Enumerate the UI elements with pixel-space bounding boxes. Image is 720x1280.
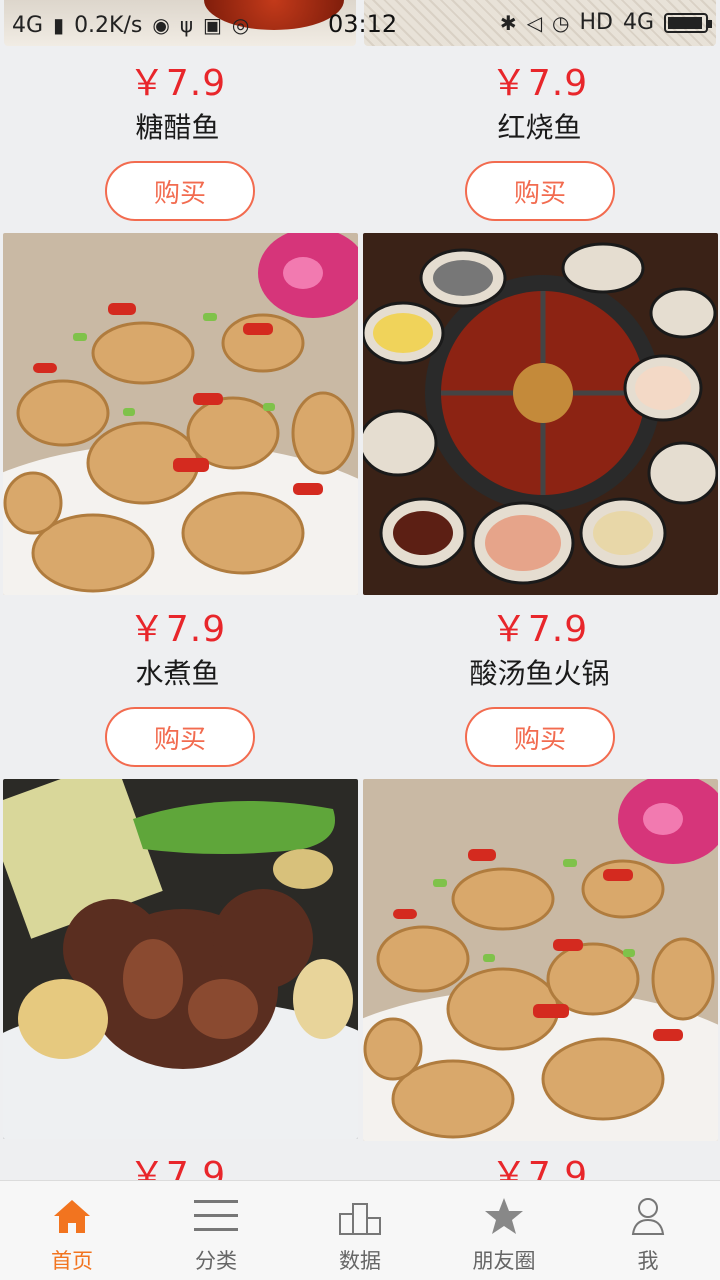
tab-home[interactable]: 首页: [0, 1181, 144, 1280]
person-icon: [625, 1193, 671, 1239]
usb-icon: ψ: [179, 13, 194, 37]
buy-button[interactable]: 购买: [465, 707, 615, 767]
tab-moments[interactable]: 朋友圈: [432, 1181, 576, 1280]
product-price: ￥7.9: [490, 609, 589, 650]
product-image-spicy-chicken[interactable]: [363, 779, 718, 1141]
podium-icon: [337, 1193, 383, 1239]
clock: 03:12: [328, 10, 398, 38]
spicy-chicken-dish-photo: [3, 233, 358, 595]
beef-potato-dish-photo: [3, 779, 358, 1139]
network-type-right: 4G: [622, 10, 654, 35]
network-speed: 0.2K/s: [74, 12, 143, 38]
tab-label: 数据: [339, 1249, 381, 1273]
menu-lines-icon: [193, 1193, 239, 1239]
hotspot-icon: ◎: [231, 13, 250, 37]
product-name: 糖醋鱼: [135, 111, 220, 144]
android-icon: ◉: [152, 13, 170, 37]
product-name: 水煮鱼: [135, 657, 220, 690]
product-name: 酸汤鱼火锅: [469, 657, 610, 690]
buy-button[interactable]: 购买: [105, 707, 255, 767]
product-price: ￥7.9: [128, 609, 227, 650]
bottom-tab-bar: 首页 分类 数据 朋友圈 我: [0, 1180, 720, 1280]
tab-label: 我: [637, 1249, 659, 1273]
bluetooth-icon: ✱: [499, 10, 517, 35]
home-icon: [49, 1193, 95, 1239]
signal-icon: ▮: [53, 13, 65, 37]
network-type: 4G: [12, 12, 44, 38]
hotpot-spread-photo: [363, 233, 718, 595]
screen: 4G ▮ 0.2K/s ◉ ψ ▣ ◎ 03:12 ✱ ◁ ◷ HD 4G ￥7…: [0, 0, 720, 1280]
tab-me[interactable]: 我: [576, 1181, 720, 1280]
mute-icon: ◁: [526, 10, 543, 35]
product-image-beef[interactable]: [3, 779, 358, 1139]
product-name: 红烧鱼: [497, 111, 582, 144]
tab-label: 首页: [51, 1249, 93, 1273]
alarm-icon: ◷: [552, 10, 570, 35]
buy-button[interactable]: 购买: [465, 161, 615, 221]
hd-badge: HD: [579, 10, 613, 35]
product-price: ￥7.9: [128, 63, 227, 104]
battery-icon: [664, 12, 712, 33]
product-price: ￥7.9: [490, 63, 589, 104]
app-notification-icon: ▣: [203, 13, 222, 37]
product-image-hotpot[interactable]: [363, 233, 718, 595]
tab-label: 朋友圈: [472, 1249, 536, 1273]
tab-data[interactable]: 数据: [288, 1181, 432, 1280]
buy-button[interactable]: 购买: [105, 161, 255, 221]
tab-category[interactable]: 分类: [144, 1181, 288, 1280]
spicy-chicken-dish-photo: [363, 779, 718, 1141]
tab-label: 分类: [195, 1249, 237, 1273]
status-bar: 4G ▮ 0.2K/s ◉ ψ ▣ ◎ 03:12 ✱ ◁ ◷ HD 4G: [0, 0, 720, 50]
star-icon: [481, 1193, 527, 1239]
product-image-spicy-chicken[interactable]: [3, 233, 358, 595]
